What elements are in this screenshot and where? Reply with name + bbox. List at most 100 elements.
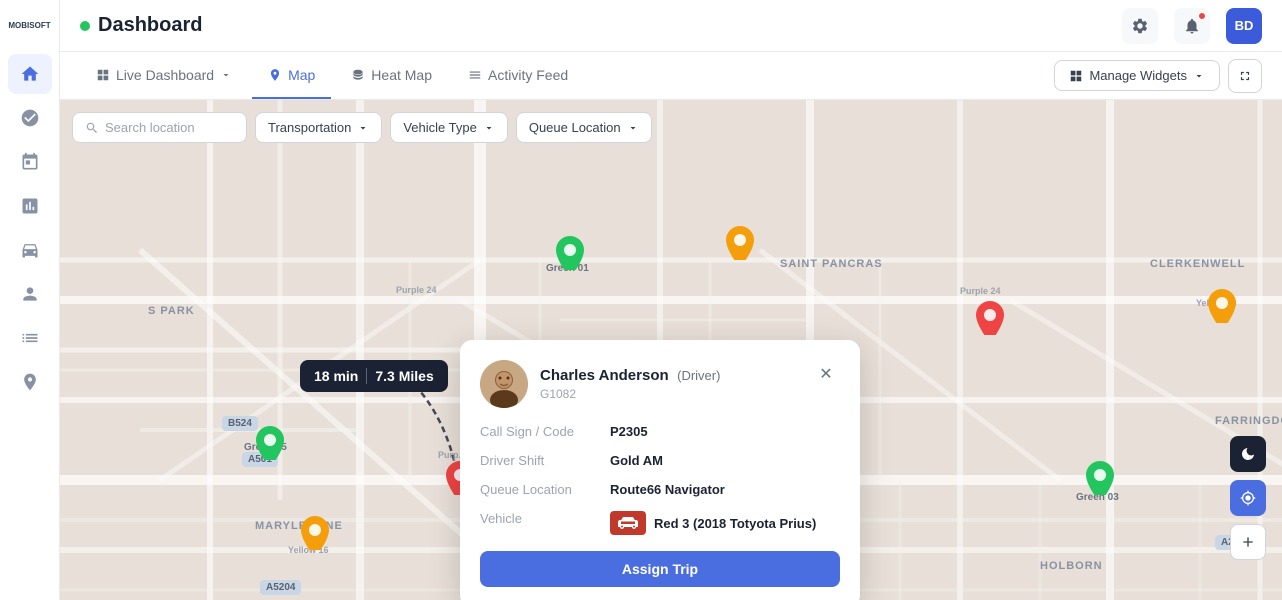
vehicle-type-label: Vehicle Type [403,120,476,135]
heat-map-icon [351,68,365,82]
app-logo-text: MOBISOFT [8,22,50,31]
manage-widgets-label: Manage Widgets [1089,68,1187,83]
driver-shift-row: Driver Shift Gold AM [480,453,840,468]
header-right: BD [1122,8,1262,44]
queue-location-card-label: Queue Location [480,482,610,497]
map-pin-green2[interactable] [256,426,284,465]
zone-purple24: Purple 24 [396,285,437,295]
live-dashboard-icon [96,68,110,82]
users-icon [20,284,40,304]
map-controls [1230,436,1266,560]
map-pin-yellow3[interactable] [301,516,329,555]
dark-mode-button[interactable] [1230,436,1266,472]
filters-bar: Search location Transportation Vehicle T… [72,112,652,143]
assign-trip-button[interactable]: Assign Trip [480,551,840,587]
vehicle-info: Red 3 (2018 Totyota Prius) [610,511,816,535]
queue-location-row: Queue Location Route66 Navigator [480,482,840,497]
vehicle-card-value: Red 3 (2018 Totyota Prius) [654,516,816,531]
sidebar-item-users[interactable] [8,274,52,314]
call-sign-label: Call Sign / Code [480,424,610,439]
sidebar-item-list[interactable] [8,318,52,358]
zoom-in-button[interactable] [1230,524,1266,560]
vehicle-icon [610,511,646,535]
distance-time: 18 min [314,368,358,384]
online-indicator [80,21,90,31]
driver-avatar-svg [480,360,528,408]
sidebar-item-calendar[interactable] [8,142,52,182]
fullscreen-icon [1238,69,1252,83]
widgets-icon [1069,69,1083,83]
map-pin-green3[interactable] [1086,461,1114,500]
driver-name: Charles Anderson (Driver) [540,367,720,385]
vehicle-type-filter[interactable]: Vehicle Type [390,112,507,143]
tab-activity-feed-label: Activity Feed [488,67,568,83]
tab-activity-feed[interactable]: Activity Feed [452,52,584,99]
map-container[interactable]: SAINT PANCRAS CLERKENWELL MARYLEBONE HOL… [60,100,1282,600]
driver-avatar [480,360,528,408]
map-pin-yellow2[interactable] [1208,289,1236,328]
notification-badge [1198,12,1206,20]
distance-divider [366,368,367,384]
driver-card-header: Charles Anderson (Driver) G1082 ✕ [480,360,840,408]
sidebar-item-analytics[interactable] [8,186,52,226]
vehicle-row: Vehicle Red 3 (2018 Totyota Prius) [480,511,840,535]
car-icon [617,516,639,530]
queue-location-filter[interactable]: Queue Location [516,112,652,143]
driver-card: Charles Anderson (Driver) G1082 ✕ Call S… [460,340,860,600]
settings-button[interactable] [1122,8,1158,44]
chevron-down-icon [220,69,232,81]
driver-card-body: Call Sign / Code P2305 Driver Shift Gold… [480,424,840,535]
driver-shift-label: Driver Shift [480,453,610,468]
analytics-icon [20,196,40,216]
sidebar-item-vehicle[interactable] [8,230,52,270]
tab-heat-map-label: Heat Map [371,67,432,83]
nav-tabs-left: Live Dashboard Map Heat Map Activity Fee… [80,52,584,99]
tab-live-dashboard[interactable]: Live Dashboard [80,52,248,99]
transportation-filter[interactable]: Transportation [255,112,382,143]
location-tracking-button[interactable] [1230,480,1266,516]
tab-map-label: Map [288,67,315,83]
fullscreen-button[interactable] [1228,59,1262,93]
map-pin-yellow1[interactable] [726,226,754,265]
sidebar-item-home[interactable] [8,54,52,94]
nav-tabs-right: Manage Widgets [1054,59,1262,93]
transportation-label: Transportation [268,120,351,135]
notifications-button[interactable] [1174,8,1210,44]
tab-map[interactable]: Map [252,52,331,99]
vehicle-icon [20,240,40,260]
user-avatar[interactable]: BD [1226,8,1262,44]
map-pin-green1[interactable] [556,236,584,275]
header-left: Dashboard [80,14,202,37]
distance-miles: 7.3 Miles [375,368,433,384]
sidebar-item-org[interactable] [8,98,52,138]
queue-chevron [627,122,639,134]
close-driver-card-button[interactable]: ✕ [812,360,840,388]
moon-icon [1240,446,1256,462]
bell-icon [1183,17,1201,35]
map-tab-icon [268,68,282,82]
call-sign-value: P2305 [610,424,648,439]
driver-name-group: Charles Anderson (Driver) G1082 [540,367,720,401]
driver-id: G1082 [540,387,720,401]
org-icon [20,108,40,128]
transportation-chevron [357,122,369,134]
search-location-box[interactable]: Search location [72,112,247,143]
sidebar-item-location[interactable] [8,362,52,402]
queue-location-label: Queue Location [529,120,621,135]
manage-widgets-button[interactable]: Manage Widgets [1054,60,1220,91]
tab-live-dashboard-label: Live Dashboard [116,67,214,83]
driver-shift-value: Gold AM [610,453,663,468]
tab-heat-map[interactable]: Heat Map [335,52,448,99]
driver-info: Charles Anderson (Driver) G1082 [480,360,720,408]
sidebar: MOBISOFT [0,0,60,600]
road-label-a5204: A5204 [260,580,301,595]
map-pin-red1[interactable] [976,301,1004,340]
activity-feed-icon [468,68,482,82]
plus-icon [1240,534,1256,550]
manage-chevron-icon [1193,70,1205,82]
map-background: SAINT PANCRAS CLERKENWELL MARYLEBONE HOL… [60,100,1282,600]
vehicle-chevron [483,122,495,134]
header: Dashboard BD [60,0,1282,52]
settings-icon [1131,17,1149,35]
search-placeholder: Search location [105,120,195,135]
